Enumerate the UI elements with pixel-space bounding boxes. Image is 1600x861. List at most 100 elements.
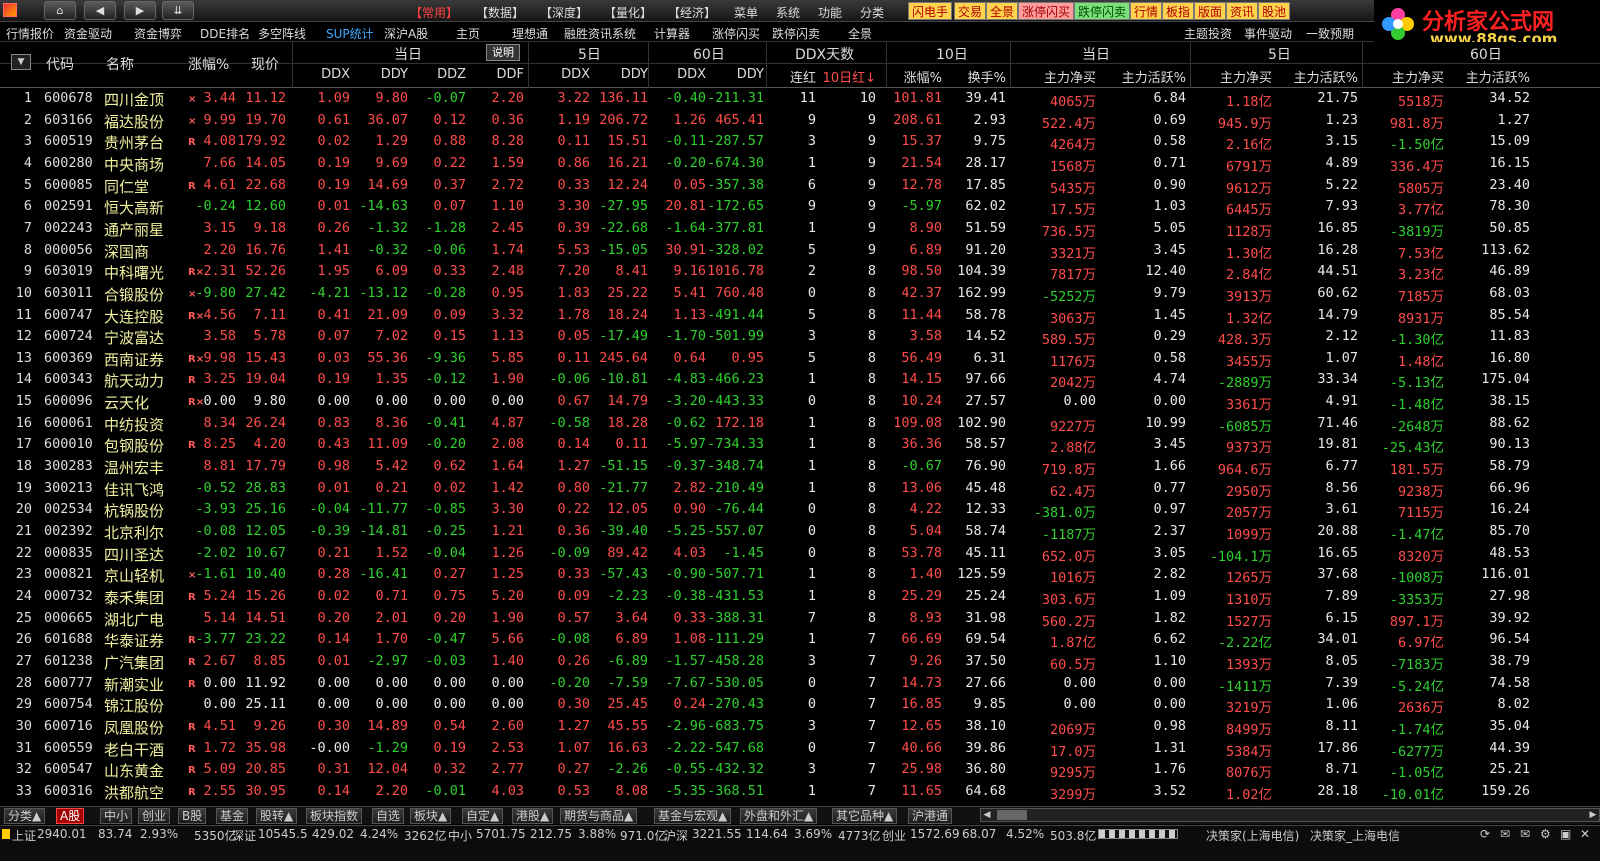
column-menu-button[interactable]: ▼: [11, 54, 31, 70]
table-row[interactable]: 33 600316 洪都航空 R 2.55 30.95 0.14 2.20 -0.01 4.03 0…: [0, 781, 1600, 803]
tool-consensus[interactable]: 一致预期: [1306, 25, 1354, 42]
table-row[interactable]: 10 603011 合锻股份 × -9.80 27.42 -4.21 -13.12 -0.28 0…: [0, 283, 1600, 305]
table-row[interactable]: 23 000821 京山轻机 × -1.61 10.40 0.28 -16.41 0.27 1.2…: [0, 564, 1600, 586]
table-row[interactable]: 18 300283 温州宏丰 8.81 17.79 0.98 5.42 0.62 1.64 1.2…: [0, 456, 1600, 478]
subheader-3[interactable]: DDZ: [412, 67, 466, 82]
table-row[interactable]: 4 600280 中央商场 7.66 14.05 0.19 9.69 0.22 1.59 0.86…: [0, 153, 1600, 175]
cy-index-label[interactable]: 创业: [882, 827, 906, 844]
table-row[interactable]: 7 002243 通产丽星 3.15 9.18 0.26 -1.32 -1.28 2.45 0.3…: [0, 218, 1600, 240]
subheader-13[interactable]: 主力净买: [1012, 67, 1096, 86]
table-row[interactable]: 27 601238 广汽集团 R 2.67 8.85 0.01 -2.97 -0.03 1.40 0…: [0, 651, 1600, 673]
table-row[interactable]: 28 600777 新潮实业 R 0.00 11.92 0.00 0.00 0.00 0.00 -0…: [0, 673, 1600, 695]
stock-pool-button[interactable]: 股池: [1258, 2, 1291, 20]
menu-depth[interactable]: 【深度】: [540, 4, 588, 21]
subheader-7[interactable]: DDX: [652, 67, 706, 82]
tab-15[interactable]: 外盘和外汇▲: [740, 808, 818, 824]
subheader-12[interactable]: 换手%: [946, 67, 1006, 86]
tab-11[interactable]: 自定▲: [462, 808, 504, 824]
table-row[interactable]: 14 600343 航天动力 R 3.25 19.04 0.19 1.35 -0.12 1.90-…: [0, 369, 1600, 391]
message-icon[interactable]: ✉: [1500, 827, 1510, 841]
menu-menu[interactable]: 菜单: [734, 4, 758, 21]
table-row[interactable]: 2 603166 福达股份 × 9.99 19.70 0.61 36.07 0.12 0.36 1.…: [0, 110, 1600, 132]
col-code-header[interactable]: 代码: [46, 54, 74, 74]
subheader-17[interactable]: 主力净买: [1364, 67, 1444, 86]
subheader-8[interactable]: DDY: [710, 67, 764, 82]
tool-quote[interactable]: 行情报价: [6, 25, 54, 42]
explain-button[interactable]: 说明: [486, 44, 520, 61]
tool-lixiangtong[interactable]: 理想通: [512, 25, 548, 42]
subheader-2[interactable]: DDY: [354, 67, 408, 82]
table-row[interactable]: 12 600724 宁波富达 3.58 5.78 0.07 7.02 0.15 1.13 0.05…: [0, 326, 1600, 348]
tab-7[interactable]: 股转▲: [256, 808, 298, 824]
tool-event-drive[interactable]: 事件驱动: [1244, 25, 1292, 42]
table-row[interactable]: 13 600369 西南证券 R× 9.98 15.43 0.03 55.36 -9.36 5.8…: [0, 348, 1600, 370]
tab-14[interactable]: 基金与宏观▲: [654, 808, 732, 824]
table-row[interactable]: 21 002392 北京利尔 -0.08 12.05 -0.39 -14.81 -0.25 1.…: [0, 521, 1600, 543]
col-name-header[interactable]: 名称: [106, 54, 134, 74]
tab-17[interactable]: 沪港通: [908, 808, 953, 824]
board-index-button[interactable]: 板指: [1162, 2, 1195, 20]
scroll-left-icon[interactable]: ◀: [981, 809, 993, 821]
table-row[interactable]: 5 600085 同仁堂 R 4.61 22.68 0.19 14.69 0.37 2.72 0.3…: [0, 175, 1600, 197]
menu-system[interactable]: 系统: [776, 4, 800, 21]
panorama-button[interactable]: 全景: [986, 2, 1019, 20]
subheader-6[interactable]: DDY: [594, 67, 648, 82]
table-row[interactable]: 26 601688 华泰证券 R -3.77 23.22 0.14 1.70 -0.47 5.66…: [0, 629, 1600, 651]
sh-index-label[interactable]: 上证: [12, 827, 36, 844]
subheader-1[interactable]: DDX: [295, 67, 350, 82]
menu-data[interactable]: 【数据】: [476, 4, 524, 21]
subheader-18[interactable]: 主力活跃%: [1448, 67, 1530, 86]
table-row[interactable]: 11 600747 大连控股 R× 4.56 7.11 0.41 21.09 0.09 3.32 1…: [0, 305, 1600, 327]
tool-dde-rank[interactable]: DDE排名: [200, 25, 250, 42]
quotes-button[interactable]: 行情: [1130, 2, 1163, 20]
table-row[interactable]: 22 000835 四川圣达 -2.02 10.67 0.21 1.52 -0.04 1.26 -…: [0, 543, 1600, 565]
tab-4[interactable]: 创业: [138, 808, 171, 824]
tab-10[interactable]: 板块▲: [410, 808, 452, 824]
menu-function[interactable]: 功能: [818, 4, 842, 21]
mail-icon[interactable]: ✉: [1520, 827, 1530, 841]
hs-index-label[interactable]: 沪深: [664, 827, 688, 844]
tool-home[interactable]: 主页: [456, 25, 480, 42]
table-row[interactable]: 1 600678 四川金顶 × 3.44 11.12 1.09 9.80 -0.07 2.20 3.…: [0, 88, 1600, 110]
layout-button[interactable]: 版面: [1194, 2, 1227, 20]
scroll-thumb[interactable]: [997, 810, 1027, 820]
tool-bull-bear[interactable]: 多空阵线: [258, 25, 306, 42]
table-row[interactable]: 29 600754 锦江股份 0.00 25.11 0.00 0.00 0.00 0.00 0.3…: [0, 694, 1600, 716]
menu-category[interactable]: 分类: [860, 4, 884, 21]
menu-economy[interactable]: 【经济】: [668, 4, 716, 21]
screen-icon[interactable]: ▣: [1560, 827, 1571, 841]
table-row[interactable]: 31 600559 老白干酒 R 1.72 35.98 -0.00 -1.29 0.19 2.53…: [0, 738, 1600, 760]
refresh-icon[interactable]: ⟳: [1480, 827, 1490, 841]
zx-index-label[interactable]: 中小: [448, 827, 472, 844]
subheader-11[interactable]: 涨幅%: [888, 67, 942, 86]
table-row[interactable]: 32 600547 山东黄金 R 5.09 20.85 0.31 12.04 0.32 2.77 0…: [0, 759, 1600, 781]
limit-down-sell-button[interactable]: 跌停闪卖: [1074, 2, 1131, 20]
table-row[interactable]: 15 600096 云天化 R× 0.00 9.80 0.00 0.00 0.00 0.00 0.6…: [0, 391, 1600, 413]
table-row[interactable]: 30 600716 凤凰股份 R 4.51 9.26 0.30 14.89 0.54 2.60 1.…: [0, 716, 1600, 738]
tab-13[interactable]: 期货与商品▲: [560, 808, 638, 824]
tab-2[interactable]: A股: [56, 808, 85, 824]
table-row[interactable]: 8 000056 深国商 2.20 16.76 1.41 -0.32 -0.06 1.74 5.5…: [0, 240, 1600, 262]
menu-common[interactable]: 【常用】: [410, 4, 458, 21]
subheader-16[interactable]: 主力活跃%: [1276, 67, 1358, 86]
tool-rongsheng-news[interactable]: 融胜资讯系统: [564, 25, 636, 42]
tab-6[interactable]: 基金: [216, 808, 249, 824]
menu-quant[interactable]: 【量化】: [604, 4, 652, 21]
table-row[interactable]: 24 000732 泰禾集团 R 5.24 15.26 0.02 0.71 0.75 5.20 0.…: [0, 586, 1600, 608]
col-change-header[interactable]: 涨幅%: [188, 54, 229, 74]
tab-1[interactable]: 分类▲: [4, 808, 46, 824]
tool-panorama[interactable]: 全景: [848, 25, 872, 42]
trade-button[interactable]: 交易: [954, 2, 987, 20]
tab-12[interactable]: 港股▲: [512, 808, 554, 824]
tab-8[interactable]: 板块指数: [306, 808, 363, 824]
table-row[interactable]: 16 600061 中纺投资 8.34 26.24 0.83 8.36 -0.41 4.87 -0…: [0, 413, 1600, 435]
table-row[interactable]: 9 603019 中科曙光 R× 2.31 52.26 1.95 6.09 0.33 2.48 7.…: [0, 261, 1600, 283]
lightning-trade-button[interactable]: 闪电手: [908, 2, 953, 20]
server-name[interactable]: 决策家(上海电信): [1206, 827, 1299, 844]
settings-icon[interactable]: ⚙: [1540, 827, 1551, 841]
tool-theme-invest[interactable]: 主题投资: [1184, 25, 1232, 42]
tool-calculator[interactable]: 计算器: [654, 25, 690, 42]
tool-limit-up-buy[interactable]: 涨停闪买: [712, 25, 760, 42]
scroll-right-icon[interactable]: ▶: [1587, 809, 1599, 821]
tab-5[interactable]: B股: [178, 808, 207, 824]
